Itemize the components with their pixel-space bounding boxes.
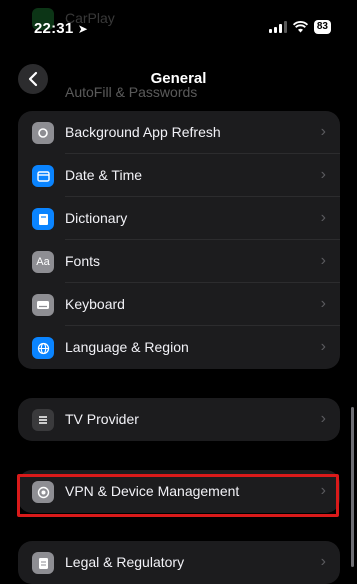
chevron-right-icon: ›: [320, 123, 326, 140]
chevron-right-icon: ›: [320, 295, 326, 312]
row-fonts[interactable]: Aa Fonts ›: [18, 240, 340, 283]
time-text: 22:31: [34, 20, 74, 37]
chevron-right-icon: ›: [320, 410, 326, 427]
settings-group-general: Background App Refresh › Date & Time › D…: [18, 111, 340, 369]
refresh-icon: [32, 122, 54, 144]
row-label: Date & Time: [65, 167, 143, 183]
settings-group-tv-provider: TV Provider ›: [18, 398, 340, 441]
row-tv-provider[interactable]: TV Provider ›: [18, 398, 340, 441]
navigation-bar: AutoFill & Passwords General: [0, 62, 357, 100]
book-icon: [32, 208, 54, 230]
status-indicators: 83: [268, 20, 331, 34]
row-keyboard[interactable]: Keyboard ›: [18, 283, 340, 326]
chevron-right-icon: ›: [320, 553, 326, 570]
row-background-app-refresh[interactable]: Background App Refresh ›: [18, 111, 340, 154]
fonts-icon: Aa: [32, 251, 54, 273]
signal-icon: [268, 21, 287, 33]
settings-group-legal: Legal & Regulatory ›: [18, 541, 340, 584]
battery-indicator: 83: [313, 20, 331, 34]
globe-icon: [32, 337, 54, 359]
page-title: General: [150, 70, 207, 87]
keyboard-icon: [32, 294, 54, 316]
status-bar: 22:31 ➤ 83: [0, 0, 357, 44]
calendar-icon: [32, 165, 54, 187]
tv-provider-icon: [32, 409, 54, 431]
document-icon: [32, 552, 54, 574]
highlight-box: [17, 474, 339, 517]
chevron-right-icon: ›: [320, 166, 326, 183]
chevron-right-icon: ›: [320, 252, 326, 269]
status-time: 22:31 ➤: [34, 20, 88, 37]
row-label: Keyboard: [65, 296, 125, 312]
row-label: Legal & Regulatory: [65, 554, 185, 570]
wifi-icon: [292, 21, 308, 33]
scrollbar[interactable]: [351, 407, 354, 567]
row-date-time[interactable]: Date & Time ›: [18, 154, 340, 197]
row-dictionary[interactable]: Dictionary ›: [18, 197, 340, 240]
chevron-right-icon: ›: [320, 209, 326, 226]
row-label: Fonts: [65, 253, 101, 269]
location-arrow-icon: ➤: [77, 22, 89, 36]
row-label: TV Provider: [65, 411, 139, 427]
row-language-region[interactable]: Language & Region ›: [18, 326, 340, 369]
row-legal-regulatory[interactable]: Legal & Regulatory ›: [18, 541, 340, 584]
row-label: Background App Refresh: [65, 124, 221, 140]
row-label: Language & Region: [65, 339, 189, 355]
chevron-right-icon: ›: [320, 338, 326, 355]
row-label: Dictionary: [65, 210, 128, 226]
